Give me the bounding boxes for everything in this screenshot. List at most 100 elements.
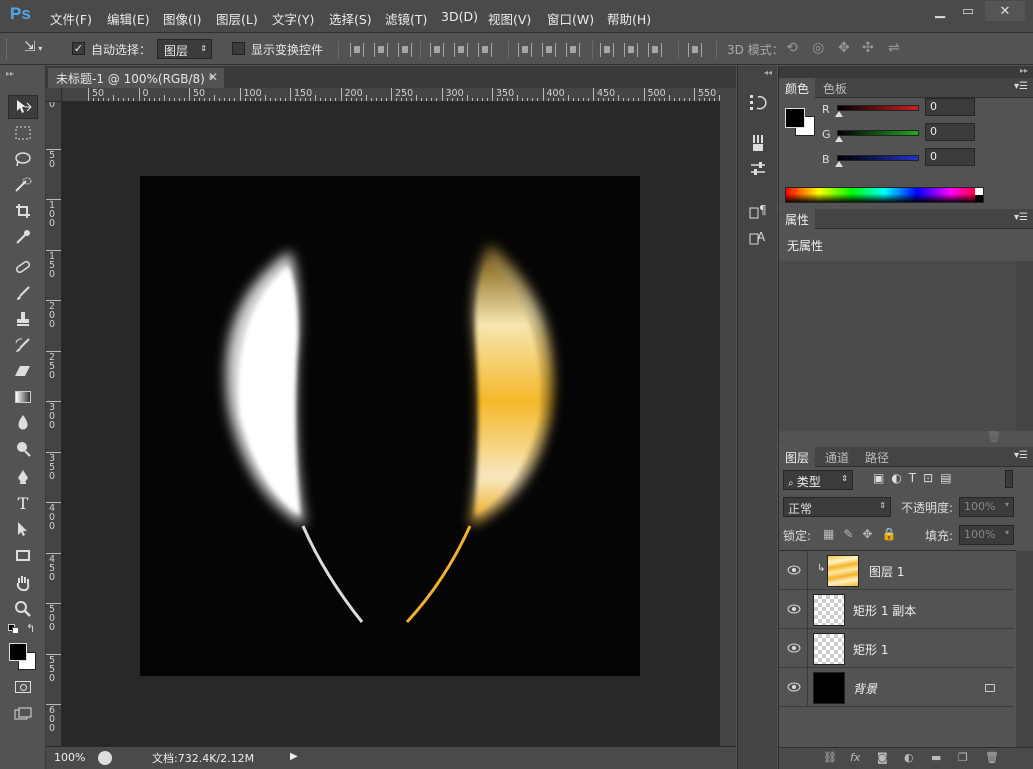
color-panel-foreground-swatch[interactable] bbox=[785, 108, 805, 128]
layer-name[interactable]: 背景 bbox=[853, 680, 877, 697]
panel-menu-icon[interactable]: ▾☰ bbox=[1014, 81, 1028, 92]
roll-3d-icon[interactable]: ◎ bbox=[812, 40, 824, 56]
healing-brush-tool-icon[interactable] bbox=[8, 255, 38, 279]
fill-field[interactable]: 100% ▾ bbox=[959, 525, 1014, 545]
vertical-scrollbar[interactable] bbox=[720, 88, 736, 746]
tab-paths[interactable]: 路径 bbox=[859, 447, 895, 467]
menu-item-7[interactable]: 3D(D) bbox=[441, 9, 478, 24]
align-option-icon[interactable] bbox=[688, 43, 702, 57]
group-icon[interactable]: ▬ bbox=[931, 751, 941, 764]
menu-item-3[interactable]: 图层(L) bbox=[216, 9, 258, 28]
screen-mode-icon[interactable] bbox=[8, 702, 38, 726]
collapse-panels-icon[interactable]: ▸▸ bbox=[1020, 66, 1028, 75]
channel-slider-r[interactable] bbox=[837, 105, 919, 111]
pan-3d-icon[interactable]: ✥ bbox=[838, 40, 850, 56]
filter-toggle[interactable] bbox=[1005, 470, 1013, 488]
slider-thumb[interactable] bbox=[835, 111, 843, 117]
layer-name[interactable]: 矩形 1 bbox=[853, 641, 888, 658]
status-menu-arrow-icon[interactable]: ▶ bbox=[290, 751, 298, 762]
layer-row[interactable]: 背景 bbox=[779, 668, 1014, 707]
blur-tool-icon[interactable] bbox=[8, 411, 38, 435]
auto-select-checkbox[interactable]: ✓ bbox=[72, 42, 85, 55]
clone-stamp-tool-icon[interactable] bbox=[8, 307, 38, 331]
align-option-icon[interactable] bbox=[454, 43, 468, 57]
layer-name[interactable]: 矩形 1 副本 bbox=[853, 602, 916, 619]
menu-item-6[interactable]: 滤镜(T) bbox=[385, 9, 427, 28]
tab-close-icon[interactable]: ✕ bbox=[208, 70, 218, 84]
properties-menu-icon[interactable]: ▾☰ bbox=[1014, 212, 1028, 223]
brush-presets-icon[interactable] bbox=[748, 133, 768, 153]
layer-row[interactable]: 矩形 1 bbox=[779, 629, 1014, 668]
layer-row[interactable]: 矩形 1 副本 bbox=[779, 590, 1014, 629]
character-icon[interactable]: A bbox=[748, 227, 768, 247]
link-icon[interactable]: ⛓ bbox=[823, 751, 837, 764]
pen-tool-icon[interactable] bbox=[8, 465, 38, 489]
tab-color[interactable]: 颜色 bbox=[779, 78, 816, 98]
channel-slider-g[interactable] bbox=[837, 130, 919, 136]
align-option-icon[interactable] bbox=[350, 43, 364, 57]
show-transform-checkbox[interactable] bbox=[232, 42, 245, 55]
channel-slider-b[interactable] bbox=[837, 155, 919, 161]
lock-icons[interactable]: ▦✎✥🔒 bbox=[823, 527, 905, 541]
quick-selection-tool-icon[interactable] bbox=[8, 173, 38, 197]
visibility-eye-icon[interactable] bbox=[787, 680, 801, 694]
move-tool-icon[interactable] bbox=[8, 95, 38, 119]
collapse-dock-icon[interactable]: ◂◂ bbox=[764, 68, 772, 77]
history-panel-icon[interactable] bbox=[748, 92, 768, 112]
menu-item-1[interactable]: 编辑(E) bbox=[107, 9, 150, 28]
rotate-3d-icon[interactable]: ⟲ bbox=[786, 40, 798, 56]
history-brush-tool-icon[interactable] bbox=[8, 333, 38, 357]
align-option-icon[interactable] bbox=[648, 43, 662, 57]
collapse-icon[interactable]: ▸▸ bbox=[6, 69, 14, 78]
channel-value-g[interactable]: 0 bbox=[925, 123, 975, 141]
channel-value-r[interactable]: 0 bbox=[925, 98, 975, 116]
align-option-icon[interactable] bbox=[430, 43, 444, 57]
hand-tool-icon[interactable] bbox=[8, 571, 38, 595]
slider-thumb[interactable] bbox=[835, 136, 843, 142]
auto-select-target-dropdown[interactable]: 图层 ⇕ bbox=[157, 39, 212, 59]
crop-tool-icon[interactable] bbox=[8, 199, 38, 223]
paragraph-icon[interactable]: ¶ bbox=[748, 201, 768, 221]
brush-tool-icon[interactable] bbox=[8, 281, 38, 305]
properties-scrollbar[interactable] bbox=[1016, 261, 1033, 431]
visibility-eye-icon[interactable] bbox=[787, 602, 801, 616]
rectangle-tool-icon[interactable] bbox=[8, 543, 38, 567]
adjustment-icon[interactable]: ◐ bbox=[904, 751, 914, 764]
tab-channels[interactable]: 通道 bbox=[819, 447, 855, 467]
align-option-icon[interactable] bbox=[566, 43, 580, 57]
tab-properties[interactable]: 属性 bbox=[779, 209, 816, 229]
fx-icon[interactable]: fx bbox=[850, 751, 860, 764]
slider-thumb[interactable] bbox=[835, 161, 843, 167]
align-option-icon[interactable] bbox=[478, 43, 492, 57]
menu-item-2[interactable]: 图像(I) bbox=[163, 9, 201, 28]
align-option-icon[interactable] bbox=[398, 43, 412, 57]
properties-trash-icon[interactable]: 🗑 bbox=[987, 430, 1001, 443]
lasso-tool-icon[interactable] bbox=[8, 147, 38, 171]
quick-mask-icon[interactable] bbox=[8, 675, 38, 699]
layer-name[interactable]: 图层 1 bbox=[869, 563, 904, 580]
adjustments-icon[interactable] bbox=[748, 159, 768, 179]
menu-item-0[interactable]: 文件(F) bbox=[50, 9, 92, 28]
opacity-field[interactable]: 100% ▾ bbox=[959, 497, 1014, 517]
layer-filter-icons[interactable]: ▣◐T⊡▤ bbox=[873, 471, 959, 485]
visibility-eye-icon[interactable] bbox=[787, 641, 801, 655]
close-button[interactable]: ✕ bbox=[985, 1, 1025, 21]
menu-item-8[interactable]: 视图(V) bbox=[488, 9, 531, 28]
layers-scrollbar[interactable] bbox=[1016, 551, 1033, 747]
maximize-button[interactable]: ▭ bbox=[954, 1, 982, 21]
menu-item-10[interactable]: 帮助(H) bbox=[607, 9, 651, 28]
new-layer-icon[interactable]: ❐ bbox=[958, 751, 968, 764]
zoom-tool-icon[interactable] bbox=[8, 597, 38, 621]
align-option-icon[interactable] bbox=[624, 43, 638, 57]
zoom-level[interactable]: 100% bbox=[54, 751, 94, 764]
menu-item-9[interactable]: 窗口(W) bbox=[547, 9, 594, 28]
document-tab[interactable]: 未标题-1 @ 100%(RGB/8) * ✕ bbox=[48, 68, 224, 88]
align-option-icon[interactable] bbox=[374, 43, 388, 57]
align-option-icon[interactable] bbox=[600, 43, 614, 57]
status-info-icon[interactable] bbox=[98, 751, 112, 765]
gradient-tool-icon[interactable] bbox=[8, 385, 38, 409]
minimize-button[interactable]: ▁ bbox=[926, 1, 954, 21]
type-tool-icon[interactable]: T bbox=[8, 491, 38, 515]
align-option-icon[interactable] bbox=[518, 43, 532, 57]
eraser-tool-icon[interactable] bbox=[8, 359, 38, 383]
